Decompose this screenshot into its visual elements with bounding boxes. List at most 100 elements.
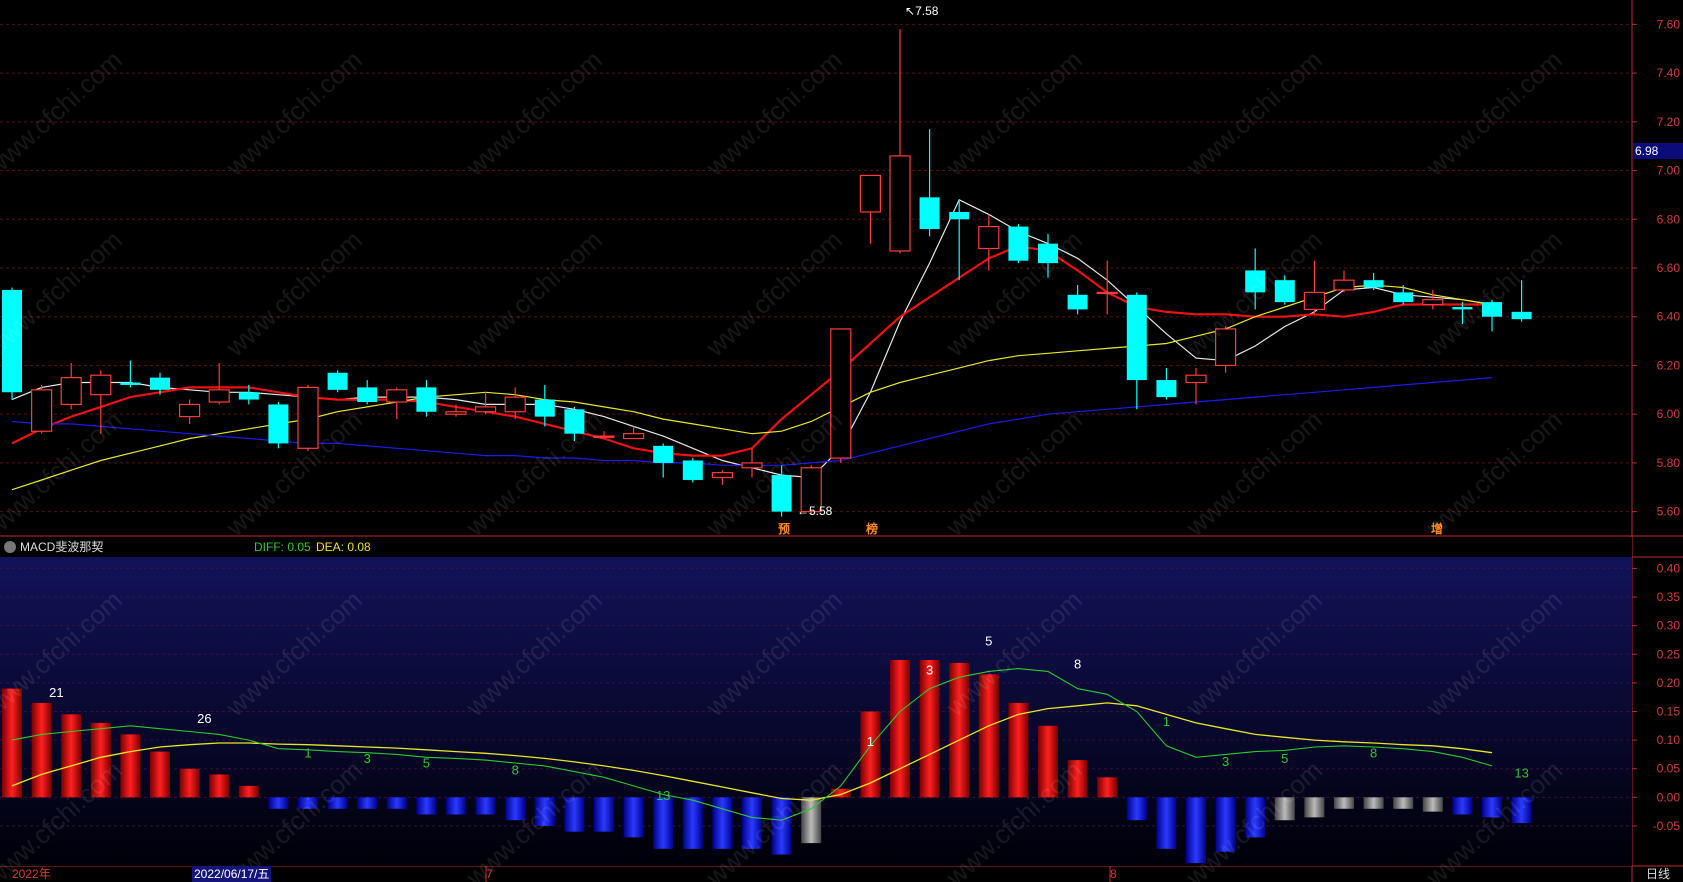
macd-tick-label: 0.00 bbox=[1657, 790, 1681, 804]
fib-annotation: 8 bbox=[1074, 657, 1081, 672]
macd-tick-label: -0.05 bbox=[1653, 819, 1681, 833]
macd-bar bbox=[179, 768, 200, 798]
macd-bar bbox=[1393, 797, 1414, 809]
candle-body-up bbox=[889, 155, 911, 252]
fib-annotation: 3 bbox=[1222, 754, 1229, 769]
diff-value: DIFF: 0.05 bbox=[254, 540, 311, 554]
event-marker-yu[interactable]: 预 bbox=[778, 520, 790, 537]
candle-body-down bbox=[1363, 280, 1384, 288]
macd-bar bbox=[623, 797, 644, 838]
macd-tick-label: 0.15 bbox=[1657, 705, 1681, 719]
candle-body-down bbox=[949, 211, 970, 220]
macd-bar bbox=[120, 734, 141, 798]
candle-body-down bbox=[1067, 294, 1088, 310]
macd-bar bbox=[416, 797, 437, 815]
macd-tick-label: 0.35 bbox=[1657, 590, 1681, 604]
fib-annotation: 8 bbox=[1370, 745, 1377, 760]
x-axis-selected-date[interactable]: 2022/06/17/五 bbox=[192, 866, 272, 882]
fib-annotation: 3 bbox=[364, 751, 371, 766]
macd-bar bbox=[1334, 797, 1354, 809]
macd-tick-label: 0.30 bbox=[1657, 619, 1681, 633]
candle-body-down bbox=[268, 404, 289, 444]
candle-body-down bbox=[919, 197, 940, 230]
macd-tick-label: 0.40 bbox=[1657, 561, 1681, 575]
candle-body-up bbox=[179, 403, 201, 418]
macd-bar bbox=[475, 797, 496, 815]
fib-annotation: 1 bbox=[304, 745, 311, 760]
macd-bar bbox=[653, 797, 674, 849]
macd-bar bbox=[446, 797, 466, 815]
chevron-down-icon[interactable] bbox=[4, 541, 16, 553]
candle-body-up bbox=[504, 396, 526, 413]
candle-body-down bbox=[357, 387, 378, 402]
candle-body-down bbox=[1156, 380, 1177, 398]
candle-body-down bbox=[238, 392, 259, 400]
period-selector[interactable]: 日线 bbox=[1646, 866, 1670, 882]
candle-body-up bbox=[978, 225, 1000, 250]
high-price-label: ↖7.58 bbox=[905, 4, 939, 18]
candle-body-up bbox=[859, 174, 882, 213]
dea-value: DEA: 0.08 bbox=[316, 540, 371, 554]
price-tick-label: 7.20 bbox=[1657, 115, 1681, 129]
stock-chart: 7.60 7.40 7.20 7.00 6.80 6.60 6.40 6.20 6.00 5.80… bbox=[0, 0, 1683, 882]
fib-annotation: 26 bbox=[197, 711, 211, 726]
macd-bar bbox=[31, 702, 52, 798]
macd-bar bbox=[268, 797, 289, 809]
current-price-label: 6.98 bbox=[1633, 143, 1683, 159]
price-tick-label: 7.00 bbox=[1657, 164, 1681, 178]
watermark-text: www.cfchi.com bbox=[219, 45, 368, 183]
watermark-text: www.cfchi.com bbox=[459, 225, 608, 363]
macd-bar bbox=[1126, 797, 1147, 821]
watermark-text: www.cfchi.com bbox=[219, 225, 368, 363]
price-tick-label: 5.80 bbox=[1657, 456, 1681, 470]
macd-bar bbox=[1304, 797, 1325, 818]
macd-bar bbox=[386, 797, 407, 809]
watermark-text: www.cfchi.com bbox=[459, 45, 608, 183]
candle-body-down bbox=[682, 460, 703, 480]
candle-body-down bbox=[1393, 292, 1414, 303]
candle-body-down bbox=[150, 377, 170, 390]
macd-bar bbox=[919, 660, 940, 798]
watermark-text: www.cfchi.com bbox=[219, 405, 368, 543]
macd-tick-label: 0.25 bbox=[1657, 647, 1681, 661]
fib-annotation: 5 bbox=[423, 756, 430, 771]
x-axis-month-7: 7 bbox=[486, 867, 493, 881]
macd-bar bbox=[890, 660, 910, 798]
x-axis-year: 2022年 bbox=[12, 867, 51, 881]
candle-body-up bbox=[1303, 291, 1326, 311]
fib-annotation: 3 bbox=[926, 662, 933, 677]
macd-bar bbox=[1097, 777, 1118, 798]
macd-bar bbox=[682, 797, 703, 849]
candle-body-up bbox=[622, 433, 645, 440]
candle-body-up bbox=[90, 374, 112, 396]
macd-bar bbox=[594, 797, 614, 832]
event-marker-zeng[interactable]: 增 bbox=[1431, 520, 1443, 537]
indicator-selector[interactable]: MACD斐波那契 bbox=[4, 537, 103, 557]
watermark-text: www.cfchi.com bbox=[459, 405, 608, 543]
candle-body-up bbox=[445, 411, 467, 415]
candle-body-up bbox=[1422, 299, 1444, 306]
macd-bar bbox=[1452, 797, 1473, 815]
fib-annotation: 8 bbox=[512, 762, 519, 777]
watermark-text: www.cfchi.com bbox=[1419, 45, 1568, 183]
watermark-text: www.cfchi.com bbox=[1419, 225, 1568, 363]
fib-annotation: 1 bbox=[1163, 714, 1170, 729]
macd-tick-label: 0.10 bbox=[1657, 733, 1681, 747]
watermark-text: www.cfchi.com bbox=[0, 405, 128, 543]
price-tick-label: 7.40 bbox=[1657, 66, 1681, 80]
event-marker-bang[interactable]: 榜 bbox=[866, 520, 878, 537]
watermark-text: www.cfchi.com bbox=[699, 225, 848, 363]
macd-bar bbox=[357, 797, 378, 809]
macd-tick-label: 0.20 bbox=[1657, 676, 1681, 690]
price-tick-label: 7.60 bbox=[1657, 17, 1681, 31]
price-tick-label: 6.60 bbox=[1657, 261, 1681, 275]
watermark-text: www.cfchi.com bbox=[1179, 405, 1328, 543]
candle-body-down bbox=[1511, 311, 1532, 320]
candle-body-up bbox=[386, 389, 408, 403]
candle-body-down bbox=[1008, 226, 1029, 261]
fib-annotation: 1 bbox=[867, 734, 874, 749]
price-tick-label: 6.40 bbox=[1657, 310, 1681, 324]
price-tick-label: 6.20 bbox=[1657, 358, 1681, 372]
macd-bar bbox=[150, 751, 170, 798]
candle-body-up bbox=[1333, 279, 1355, 291]
